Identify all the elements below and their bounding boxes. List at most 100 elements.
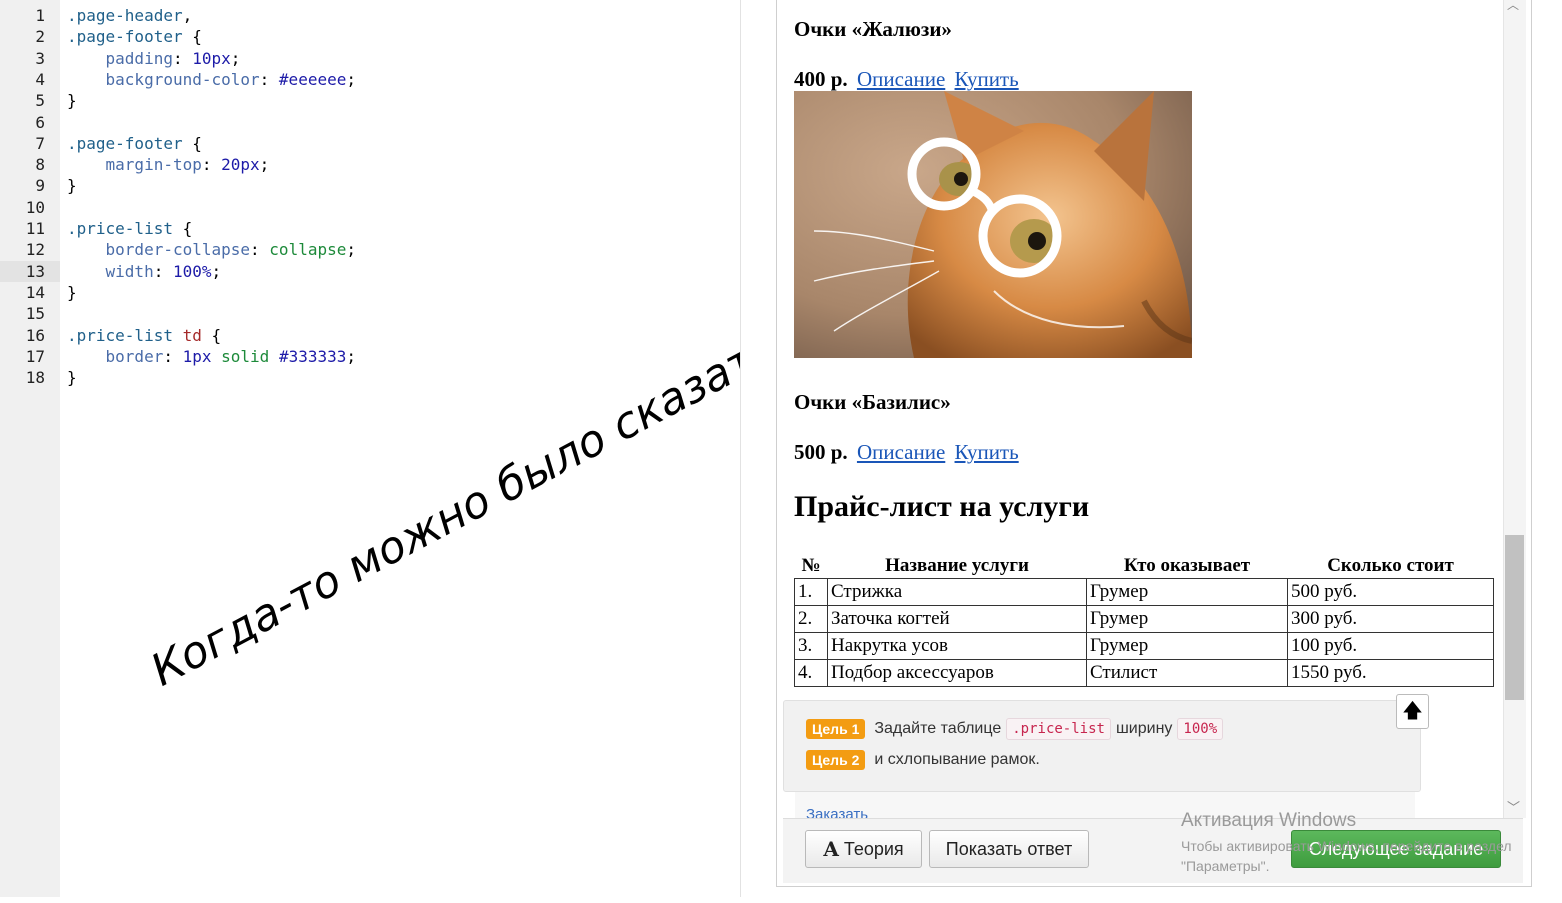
code-token: ; [259, 155, 270, 175]
code-token: ; [230, 48, 241, 68]
code-text[interactable]: margin-top: 20px; [67, 154, 270, 175]
code-line[interactable]: 2 .page-footer { [0, 26, 740, 47]
code-text[interactable]: padding: 10px; [67, 48, 241, 69]
code-text[interactable]: border-collapse: collapse; [67, 239, 356, 260]
code-text[interactable]: width: 100%; [67, 261, 222, 282]
code-text[interactable]: .page-footer { [67, 26, 202, 47]
code-line[interactable]: 3 padding: 10px; [0, 48, 740, 69]
goal-code: .price-list [1006, 718, 1111, 740]
arrow-up-icon: 🡅 [1402, 700, 1423, 722]
code-token: .page-footer [67, 133, 183, 153]
line-number: 14 [25, 282, 45, 302]
watermark-line: Чтобы активировать Windows, перейдите в … [1181, 838, 1512, 854]
table-cell: Накрутка усов [827, 632, 1087, 660]
goal-text: ширину [1115, 720, 1173, 737]
code-token: 10px [192, 48, 231, 68]
show-answer-button[interactable]: Показать ответ [929, 830, 1089, 868]
code-editor[interactable]: 1 .page-header, 2 .page-footer {3 padding: … [0, 0, 741, 897]
code-token: : [163, 346, 183, 366]
code-token: .page-header [67, 6, 183, 25]
table-cell: 2. [794, 605, 828, 633]
table-row: 2. Заточка когтей Грумер 300 руб. [794, 605, 1494, 633]
code-line[interactable]: 15 [0, 303, 740, 324]
code-token: { [182, 133, 202, 153]
code-line[interactable]: 14} [0, 282, 740, 303]
line-number: 18 [25, 368, 45, 388]
code-line[interactable]: 12 border-collapse: collapse; [0, 239, 740, 260]
line-number: 5 [35, 91, 45, 111]
code-line[interactable]: 4 background-color: #eeeeee; [0, 69, 740, 90]
code-text[interactable]: } [67, 175, 77, 196]
code-line[interactable]: 17 border: 1px solid #333333; [0, 346, 740, 367]
code-token: , [182, 6, 193, 25]
code-text[interactable]: border: 1px solid #333333; [67, 346, 357, 367]
product-title: Очки «Жалюзи» [794, 17, 952, 41]
code-line[interactable]: 7 .page-footer { [0, 133, 740, 154]
code-line[interactable]: 9} [0, 175, 740, 196]
line-number: 12 [25, 240, 45, 260]
code-line[interactable]: 16 .price-list td { [0, 325, 740, 346]
preview-document: Очки «Жалюзи» 400 р. Описание Купить Очк… [794, 0, 1504, 710]
line-number: 13 [25, 261, 45, 281]
code-token: } [67, 282, 77, 302]
code-line[interactable]: 6 [0, 112, 740, 133]
code-line[interactable]: 8 margin-top: 20px; [0, 154, 740, 175]
code-token: background-color [67, 69, 260, 89]
code-line[interactable]: 13 width: 100%; [0, 260, 740, 282]
code-token: margin-top [67, 155, 202, 175]
line-number: 15 [25, 304, 45, 324]
table-cell: Стрижка [827, 578, 1087, 606]
scroll-top-button[interactable]: 🡅 [1396, 694, 1429, 729]
code-text[interactable]: .page-footer { [67, 133, 202, 154]
code-token: ; [346, 346, 357, 366]
code-token: ; [346, 240, 356, 260]
windows-activation-watermark: Активация Windows Чтобы активировать Win… [1181, 810, 1512, 876]
goal-2: Цель 2 и схлопывание рамок. [806, 749, 1040, 771]
price-list-table: № Название услуги Кто оказывает Сколько … [794, 554, 1494, 687]
code-token: solid [221, 346, 270, 366]
task-panel: Цель 1 Задайте таблице .price-list ширин… [783, 700, 1421, 792]
code-token: ; [211, 261, 222, 281]
goal-text: Задайте таблице [874, 720, 1002, 737]
table-cell: 100 руб. [1287, 632, 1494, 660]
code-text[interactable]: .page-header, [67, 5, 192, 26]
buy-link[interactable]: Купить [955, 440, 1019, 464]
description-link[interactable]: Описание [857, 67, 945, 91]
theory-label: Теория [843, 838, 904, 859]
code-token: : [259, 69, 279, 89]
goal-1: Цель 1 Задайте таблице .price-list ширин… [806, 718, 1228, 740]
code-token: { [182, 27, 202, 47]
code-line[interactable]: 5} [0, 90, 740, 111]
table-cell: Заточка когтей [827, 605, 1087, 633]
scrollbar-thumb[interactable] [1505, 535, 1524, 700]
line-number: 8 [35, 155, 45, 175]
code-token: 20px [221, 155, 260, 175]
description-link[interactable]: Описание [857, 440, 945, 464]
table-cell: 1. [794, 578, 828, 606]
code-line[interactable]: 18} [0, 367, 740, 388]
code-text[interactable]: } [67, 367, 77, 388]
code-token: #eeeeee [278, 69, 347, 89]
scroll-up-arrow[interactable]: ︿ [1507, 0, 1519, 13]
code-token: padding [67, 48, 173, 68]
theory-button[interactable]: A Теория [805, 830, 922, 868]
goal-code: 100% [1177, 718, 1224, 740]
code-line[interactable]: 11 .price-list { [0, 218, 740, 239]
code-token: .price-list [67, 325, 173, 345]
code-token: : [250, 240, 270, 260]
code-token: #333333 [278, 346, 347, 366]
code-text[interactable]: } [67, 282, 77, 303]
code-text[interactable]: } [67, 90, 77, 111]
code-token: ; [346, 69, 356, 89]
product-price-line: 400 р. Описание Купить [794, 67, 1019, 92]
code-text[interactable]: .price-list { [67, 218, 192, 239]
code-token: .price-list [67, 219, 173, 238]
code-line[interactable]: 1 .page-header, [0, 5, 740, 26]
code-text[interactable]: .price-list td { [67, 325, 221, 346]
code-line[interactable]: 10 [0, 197, 740, 218]
table-cell: 500 руб. [1287, 578, 1494, 606]
code-text[interactable]: background-color: #eeeeee; [67, 69, 356, 90]
buy-link[interactable]: Купить [955, 67, 1019, 91]
theory-icon: A [823, 837, 839, 861]
